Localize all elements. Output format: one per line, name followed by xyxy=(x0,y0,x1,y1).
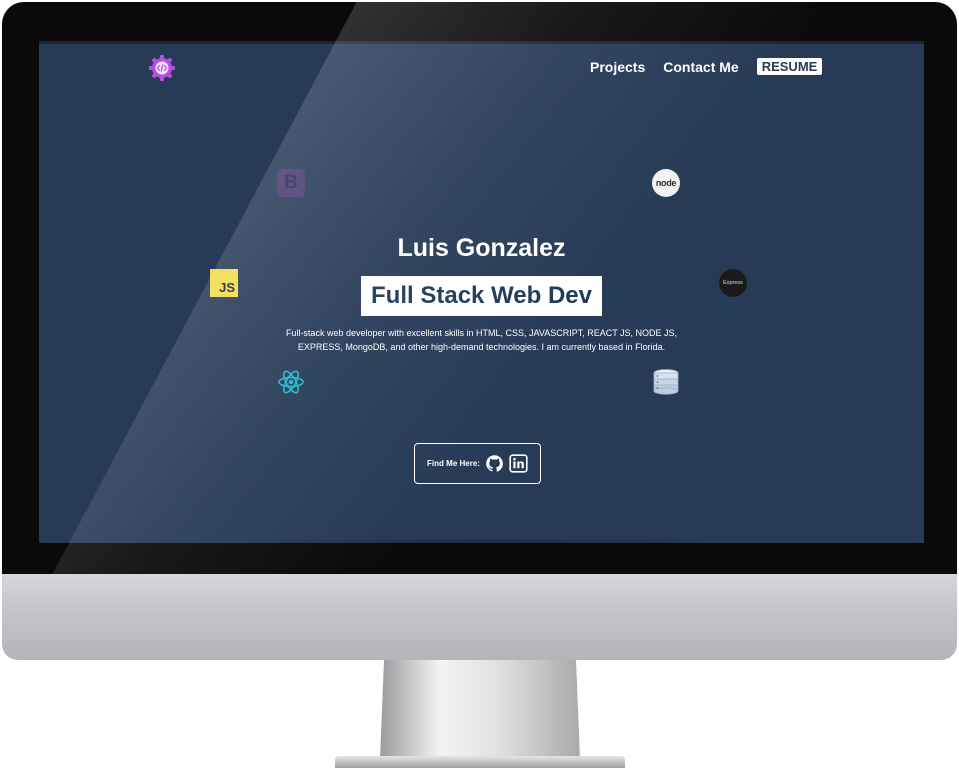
find-me-label: Find Me Here: xyxy=(427,459,480,468)
monitor-stand-neck xyxy=(380,660,580,760)
find-me-box: Find Me Here: xyxy=(414,443,541,484)
bootstrap-icon: B xyxy=(277,169,305,197)
nodejs-icon: node xyxy=(652,169,680,197)
nav-projects-link[interactable]: Projects xyxy=(590,59,645,75)
screen-bottom-shadow xyxy=(279,539,699,543)
bootstrap-letter: B xyxy=(284,172,298,193)
hero-role: Full Stack Web Dev xyxy=(361,276,602,316)
linkedin-icon[interactable] xyxy=(509,454,528,473)
monitor-bezel: Projects Contact Me RESUME B node JS Exp… xyxy=(2,2,957,574)
screen-top-edge xyxy=(39,41,924,44)
monitor-chin xyxy=(2,574,957,660)
main-nav: Projects Contact Me RESUME xyxy=(590,58,823,75)
react-icon xyxy=(278,370,304,394)
database-icon xyxy=(653,369,679,395)
hero-description: Full-stack web developer with excellent … xyxy=(285,328,678,352)
resume-button[interactable]: RESUME xyxy=(756,58,823,75)
website-screen: Projects Contact Me RESUME B node JS Exp… xyxy=(39,41,924,543)
hero-role-wrapper: Full Stack Web Dev xyxy=(39,276,924,316)
nav-contact-link[interactable]: Contact Me xyxy=(663,59,738,75)
code-gear-logo-icon[interactable] xyxy=(148,54,176,82)
hero-name: Luis Gonzalez xyxy=(397,234,566,262)
monitor-stand-foot xyxy=(335,756,625,768)
github-icon[interactable] xyxy=(485,454,504,473)
nodejs-label: node xyxy=(655,178,677,188)
